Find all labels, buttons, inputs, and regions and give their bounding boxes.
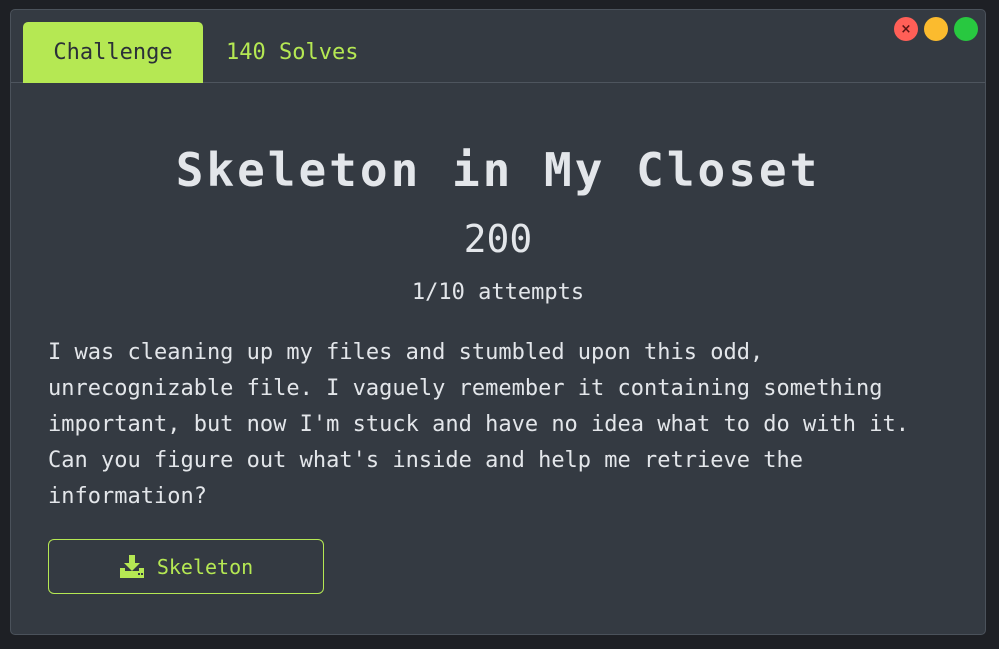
challenge-points: 200	[463, 217, 533, 261]
maximize-button[interactable]	[954, 17, 978, 41]
close-button[interactable]: ×	[894, 17, 918, 41]
download-icon	[119, 554, 144, 578]
attempts-counter: 1/10 attempts	[411, 280, 585, 305]
window-controls: ×	[894, 17, 978, 41]
challenge-title: Skeleton in My Closet	[175, 143, 821, 197]
download-label: Skeleton	[156, 554, 254, 579]
tab-solves[interactable]: 140 Solves	[226, 22, 358, 83]
tab-challenge[interactable]: Challenge	[23, 22, 203, 83]
close-icon: ×	[900, 21, 912, 37]
challenge-description: I was cleaning up my files and stumbled …	[48, 340, 909, 509]
tab-bar: Challenge 140 Solves	[11, 10, 985, 83]
minimize-button[interactable]	[924, 17, 948, 41]
download-button[interactable]: Skeleton	[48, 539, 324, 594]
challenge-modal: Challenge 140 Solves × Skeleton in My Cl…	[10, 9, 986, 635]
